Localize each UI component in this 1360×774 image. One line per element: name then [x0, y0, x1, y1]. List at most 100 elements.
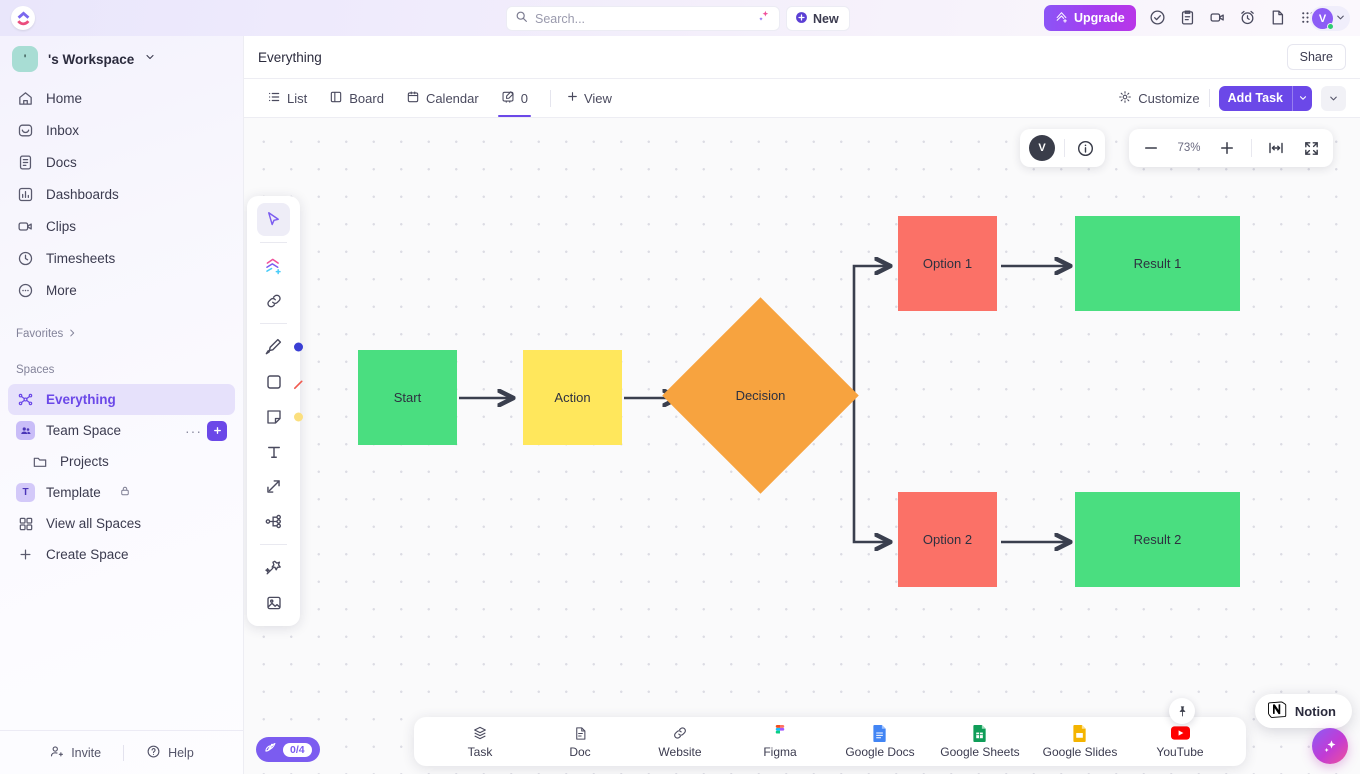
integration-youtube[interactable]: YouTube [1130, 724, 1230, 759]
sidebar-item-more[interactable]: More [8, 274, 235, 306]
flow-node-label: Action [554, 390, 590, 405]
image-tool[interactable] [257, 586, 290, 619]
tab-label: Calendar [426, 91, 479, 106]
pen-tool[interactable] [257, 330, 290, 363]
integration-label: Task [468, 745, 493, 759]
share-button[interactable]: Share [1287, 44, 1346, 70]
add-task-button[interactable]: Add Task [1219, 86, 1312, 111]
sidebar-item-projects[interactable]: Projects [8, 446, 235, 477]
zoom-in-button[interactable] [1216, 137, 1238, 159]
tab-whiteboard[interactable]: 0 [492, 79, 537, 117]
integration-doc[interactable]: Doc [530, 724, 630, 759]
flow-node-option-1[interactable]: Option 1 [898, 216, 997, 311]
add-to-space-button[interactable] [207, 421, 227, 441]
tab-board[interactable]: Board [320, 79, 393, 117]
sidebar-item-team-space[interactable]: Team Space ··· [8, 415, 235, 446]
tab-label: Board [349, 91, 384, 106]
everything-icon [16, 390, 35, 409]
favorites-section-header[interactable]: Favorites [0, 320, 243, 348]
onboarding-progress-pill[interactable]: 0/4 [256, 737, 320, 762]
sidebar-item-clips[interactable]: Clips [8, 210, 235, 242]
integration-figma[interactable]: Figma [730, 724, 830, 759]
sidebar-item-dashboards[interactable]: Dashboards [8, 178, 235, 210]
main-area: Everything Share List Board Calendar [243, 36, 1360, 774]
tab-calendar[interactable]: Calendar [397, 79, 488, 117]
clickup-logo-icon[interactable] [11, 6, 35, 30]
document-icon[interactable] [1268, 8, 1287, 27]
chevron-down-icon [144, 50, 156, 68]
text-tool[interactable] [257, 435, 290, 468]
integration-google-docs[interactable]: Google Docs [830, 724, 930, 759]
video-camera-icon[interactable] [1208, 8, 1227, 27]
customize-button[interactable]: Customize [1118, 90, 1199, 107]
shapes-library-tool[interactable] [257, 249, 290, 282]
sidebar-item-timesheets[interactable]: Timesheets [8, 242, 235, 274]
rectangle-color-swatch[interactable] [294, 377, 303, 386]
sidebar-item-label: Home [46, 91, 82, 106]
fit-width-icon[interactable] [1265, 137, 1287, 159]
workspace-avatar: ' [12, 46, 38, 72]
board-icon [329, 90, 343, 107]
ai-assistant-button[interactable] [1312, 728, 1348, 764]
sidebar-item-everything[interactable]: Everything [8, 384, 235, 415]
integration-website[interactable]: Website [630, 724, 730, 759]
clipboard-icon[interactable] [1178, 8, 1197, 27]
help-button[interactable]: Help [124, 744, 216, 762]
zoom-out-button[interactable] [1140, 137, 1162, 159]
notion-toast[interactable]: Notion [1255, 694, 1352, 728]
upgrade-button[interactable]: Upgrade [1044, 5, 1136, 31]
integration-google-slides[interactable]: Google Slides [1030, 724, 1130, 759]
search-input[interactable] [535, 12, 749, 26]
mindmap-tool[interactable] [257, 505, 290, 538]
sidebar-item-inbox[interactable]: Inbox [8, 114, 235, 146]
new-button[interactable]: New [786, 6, 850, 31]
flow-node-option-2[interactable]: Option 2 [898, 492, 997, 587]
add-task-caret[interactable] [1292, 86, 1312, 111]
pen-color-swatch[interactable] [294, 342, 303, 351]
sidebar-item-view-all-spaces[interactable]: View all Spaces [8, 508, 235, 539]
clips-icon [16, 217, 34, 235]
flow-node-result-2[interactable]: Result 2 [1075, 492, 1240, 587]
magic-wand-tool[interactable] [257, 551, 290, 584]
fullscreen-icon[interactable] [1300, 137, 1322, 159]
flow-node-result-1[interactable]: Result 1 [1075, 216, 1240, 311]
sidebar-item-template[interactable]: T Template [8, 477, 235, 508]
info-circle-icon[interactable] [1074, 137, 1096, 159]
connector-tool[interactable] [257, 470, 290, 503]
user-menu[interactable]: V [1310, 6, 1350, 31]
customize-label: Customize [1138, 91, 1199, 106]
whiteboard-canvas[interactable]: Start Action Decision Option 1 Result 1 … [244, 118, 1360, 774]
template-badge: T [16, 483, 35, 502]
rectangle-tool[interactable] [257, 365, 290, 398]
tab-bar-right: Customize Add Task [1118, 86, 1346, 111]
pin-icon[interactable] [1169, 698, 1195, 724]
ai-sparkle-icon[interactable] [756, 9, 771, 29]
youtube-icon [1171, 724, 1190, 742]
flow-node-start[interactable]: Start [358, 350, 457, 445]
tab-list[interactable]: List [258, 79, 316, 117]
sticky-color-swatch[interactable] [294, 412, 303, 421]
sidebar-item-home[interactable]: Home [8, 82, 235, 114]
integration-google-sheets[interactable]: Google Sheets [930, 724, 1030, 759]
search-bar[interactable] [506, 6, 780, 31]
view-overflow-button[interactable] [1321, 86, 1346, 111]
flow-node-action[interactable]: Action [523, 350, 622, 445]
add-view-button[interactable]: View [560, 90, 618, 106]
sidebar-item-docs[interactable]: Docs [8, 146, 235, 178]
zoom-level[interactable]: 73% [1175, 142, 1203, 154]
integration-task[interactable]: Task [430, 724, 530, 759]
workspace-switcher[interactable]: ' 's Workspace [0, 36, 243, 80]
divider [1064, 139, 1065, 157]
sticky-note-tool[interactable] [257, 400, 290, 433]
check-circle-icon[interactable] [1148, 8, 1167, 27]
select-tool[interactable] [257, 203, 290, 236]
collaborator-avatar[interactable]: V [1029, 135, 1055, 161]
more-options-icon[interactable]: ··· [185, 423, 202, 439]
link-tool[interactable] [257, 284, 290, 317]
sidebar-item-create-space[interactable]: Create Space [8, 539, 235, 570]
flow-node-decision[interactable]: Decision [691, 326, 830, 465]
tab-divider [550, 90, 551, 107]
new-button-label: New [813, 12, 839, 26]
invite-button[interactable]: Invite [27, 744, 123, 762]
alarm-clock-icon[interactable] [1238, 8, 1257, 27]
